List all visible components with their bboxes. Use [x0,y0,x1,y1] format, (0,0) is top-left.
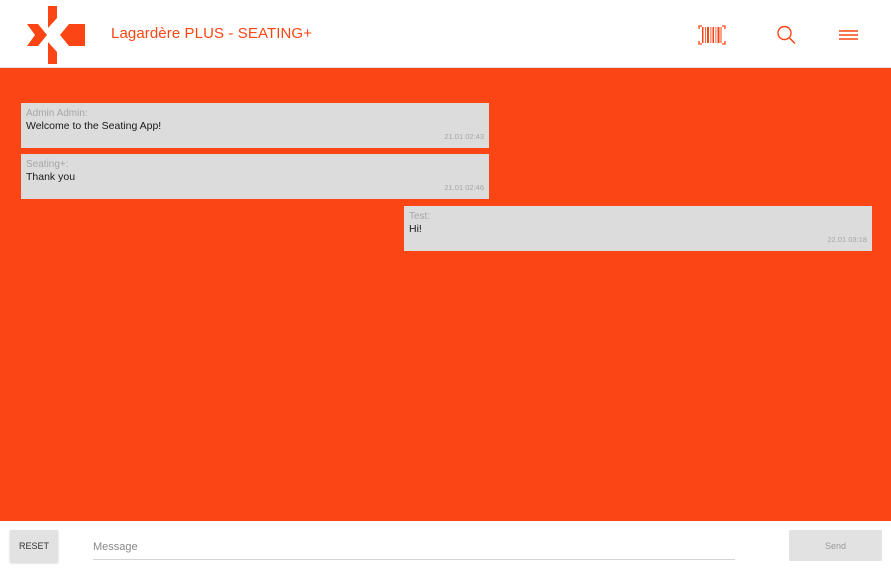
search-icon [777,25,796,45]
message-text: Thank you [26,171,76,183]
message-author: Test: [409,211,431,222]
message-author: Seating+: [26,159,69,170]
message-text: Hi! [409,223,422,235]
app-header: Lagardère PLUS - SEATING+ [0,0,891,68]
reset-button[interactable]: RESET [10,530,58,562]
barcode-icon [698,25,726,45]
message-timestamp: 22.01 03:18 [827,235,867,244]
message-timestamp: 21.01 02:46 [444,183,484,192]
chat-message: Admin Admin: Welcome to the Seating App!… [21,103,489,148]
search-button[interactable] [772,22,802,48]
send-button[interactable]: Send [789,530,882,561]
barcode-scan-button[interactable] [697,22,727,48]
message-text: Welcome to the Seating App! [26,120,162,132]
chat-message: Test: Hi! 22.01 03:18 [404,206,872,251]
chat-area[interactable]: Admin Admin: Welcome to the Seating App!… [0,68,891,521]
message-composer: RESET Send [0,521,891,570]
chat-message: Seating+: Thank you 21.01 02:46 [21,154,489,199]
message-timestamp: 21.01 02:43 [444,132,484,141]
message-author: Admin Admin: [26,108,88,119]
menu-button[interactable] [835,22,865,48]
app-title: Lagardère PLUS - SEATING+ [111,25,313,42]
message-input[interactable] [93,534,735,560]
menu-icon [839,30,858,40]
logo-icon [27,6,85,64]
